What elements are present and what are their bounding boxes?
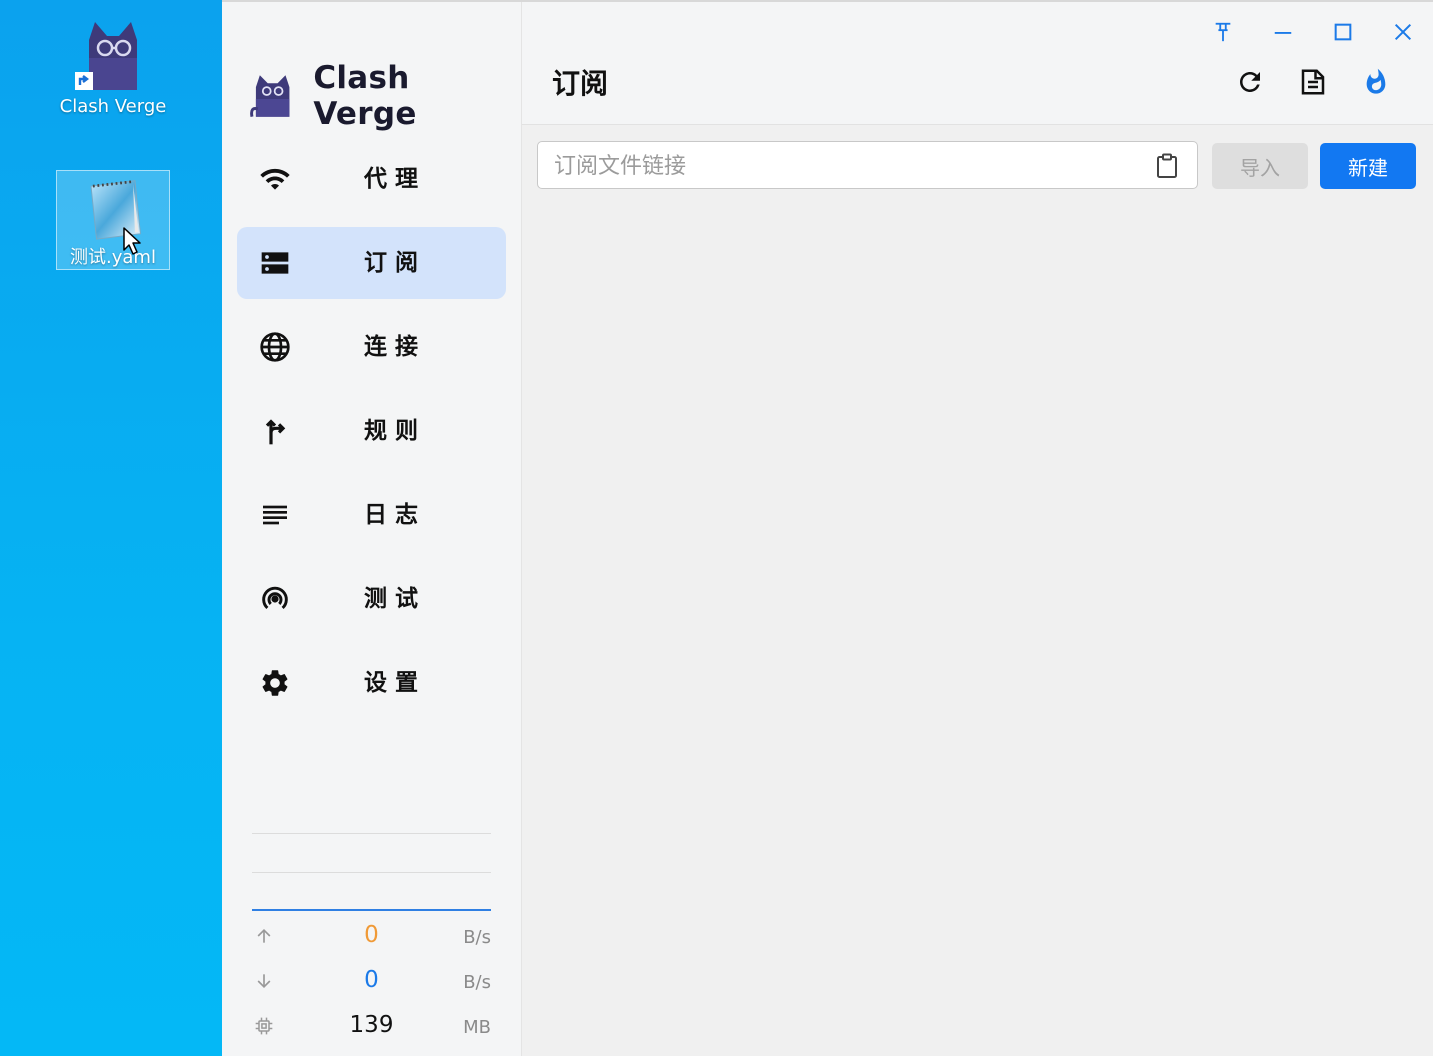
document-icon <box>1301 69 1325 95</box>
pin-icon <box>1215 22 1231 42</box>
memory-usage-unit: MB <box>463 1017 491 1038</box>
sidebar-item-settings[interactable]: 设置 <box>237 647 506 719</box>
sidebar-item-label: 连接 <box>364 334 426 360</box>
traffic-graph-baseline <box>252 909 491 911</box>
traffic-download-row: 0 B/s <box>252 963 491 1003</box>
main-content: 订阅 订阅文件链接 导入 新建 <box>522 2 1433 1056</box>
clash-verge-cat-icon <box>75 22 137 90</box>
upload-speed-value: 0 <box>364 922 379 948</box>
paste-clipboard-button[interactable] <box>1155 153 1179 183</box>
desktop-file-test-yaml[interactable]: 测试.yaml <box>56 170 170 270</box>
view-config-button[interactable] <box>1293 62 1333 102</box>
wifi-icon <box>259 163 291 195</box>
sidebar-item-label: 日志 <box>364 502 426 528</box>
new-profile-button[interactable]: 新建 <box>1320 143 1416 189</box>
sidebar-item-label: 规则 <box>364 418 426 444</box>
desktop-shortcut-clash-verge[interactable]: Clash Verge <box>56 18 170 117</box>
radar-icon <box>259 583 291 615</box>
update-all-button[interactable] <box>1356 62 1396 102</box>
pin-window-button[interactable] <box>1203 16 1243 48</box>
desktop-background: Clash Verge 测试.yaml <box>0 0 222 1056</box>
refresh-icon <box>1240 72 1260 92</box>
mouse-cursor-icon <box>123 227 141 255</box>
import-button[interactable]: 导入 <box>1212 143 1308 189</box>
memory-usage-value: 139 <box>349 1012 394 1038</box>
gear-icon <box>259 667 291 699</box>
traffic-upload-row: 0 B/s <box>252 918 491 958</box>
sidebar-item-connections[interactable]: 连接 <box>237 311 506 383</box>
sidebar-item-rules[interactable]: 规则 <box>237 395 506 467</box>
globe-icon <box>259 331 291 363</box>
page-header: 订阅 <box>522 2 1433 125</box>
subscription-url-input[interactable] <box>552 142 1146 190</box>
memory-usage-row: 139 MB <box>252 1008 491 1048</box>
maximize-window-button[interactable] <box>1323 16 1363 48</box>
minimize-window-button[interactable] <box>1263 16 1303 48</box>
sidebar-item-label: 订阅 <box>364 250 426 276</box>
sidebar-item-label: 测试 <box>364 586 426 612</box>
page-title: 订阅 <box>552 67 609 100</box>
sidebar-item-label: 代理 <box>364 166 426 192</box>
maximize-icon <box>1334 23 1352 41</box>
traffic-graph-line <box>252 833 491 834</box>
sidebar-item-test[interactable]: 测试 <box>237 563 506 635</box>
upload-speed-unit: B/s <box>463 927 491 948</box>
clash-verge-window: Clash Verge 代理 订阅 连接 规则 日志 测试 设置 0 B/s 0… <box>222 0 1433 1056</box>
sidebar: Clash Verge 代理 订阅 连接 规则 日志 测试 设置 0 B/s 0… <box>222 2 522 1056</box>
app-logo: Clash Verge <box>250 60 521 132</box>
refresh-button[interactable] <box>1230 62 1270 102</box>
close-icon <box>1394 23 1412 41</box>
traffic-graph-line <box>252 872 491 873</box>
desktop-shortcut-label: Clash Verge <box>59 96 167 117</box>
sidebar-item-proxy[interactable]: 代理 <box>237 143 506 215</box>
sidebar-item-logs[interactable]: 日志 <box>237 479 506 551</box>
storage-icon <box>259 247 291 279</box>
app-name: Clash Verge <box>313 60 417 132</box>
download-speed-unit: B/s <box>463 972 491 993</box>
clash-verge-cat-icon <box>250 75 290 117</box>
download-speed-value: 0 <box>364 967 379 993</box>
minimize-icon <box>1274 32 1292 34</box>
sidebar-item-label: 设置 <box>364 670 426 696</box>
close-window-button[interactable] <box>1383 16 1423 48</box>
clipboard-icon <box>1157 153 1177 178</box>
subscription-url-field <box>537 141 1198 190</box>
sidebar-item-subscription[interactable]: 订阅 <box>237 227 506 299</box>
lines-icon <box>259 499 291 531</box>
fire-icon <box>1366 68 1386 94</box>
fork-arrow-icon <box>259 415 291 447</box>
